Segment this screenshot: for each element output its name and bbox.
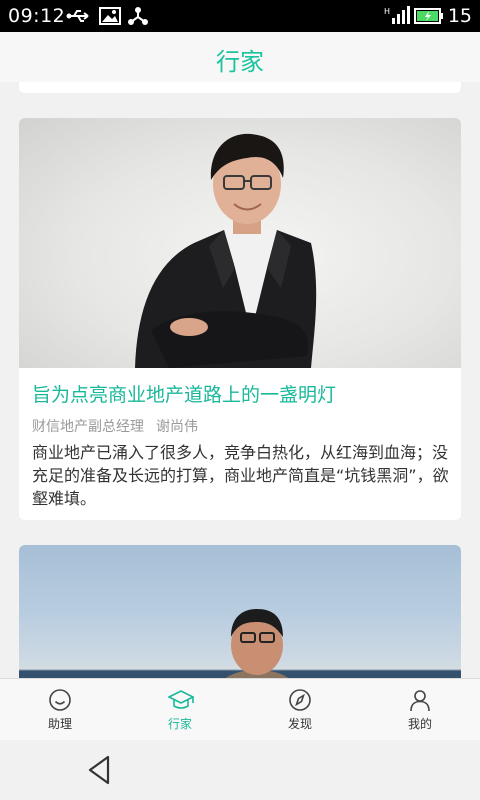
article-meta: 财信地产副总经理 谢尚伟 xyxy=(32,416,198,436)
nav-label: 发现 xyxy=(287,717,312,731)
article-title[interactable]: 旨为点亮商业地产道路上的一盏明灯 xyxy=(32,380,336,407)
nav-item-mine[interactable]: 我的 xyxy=(360,679,480,741)
system-nav-bar xyxy=(0,740,480,800)
status-time: 09:12 xyxy=(8,5,66,27)
article-feed[interactable]: 旨为点亮商业地产道路上的一盏明灯 财信地产副总经理 谢尚伟 商业地产已涌入了很多人… xyxy=(0,82,480,678)
nav-item-experts[interactable]: 行家 xyxy=(120,679,240,741)
page-title: 行家 xyxy=(216,48,264,76)
nav-label: 我的 xyxy=(407,717,432,731)
signal-icon: H xyxy=(384,6,410,30)
compass-icon xyxy=(289,689,311,711)
status-bar: 09:12 H 15 xyxy=(0,0,480,32)
author-position: 财信地产副总经理 xyxy=(32,419,144,435)
article-photo xyxy=(19,545,461,678)
author-name: 谢尚伟 xyxy=(156,419,198,435)
usb-icon xyxy=(66,6,92,30)
nav-label: 助理 xyxy=(47,717,72,731)
article-photo xyxy=(19,118,461,368)
graduation-cap-icon xyxy=(168,690,194,709)
article-card[interactable]: 旨为点亮商业地产道路上的一盏明灯 财信地产副总经理 谢尚伟 商业地产已涌入了很多人… xyxy=(19,118,461,520)
smiley-icon xyxy=(49,689,71,711)
battery-level: 15 xyxy=(447,5,472,27)
nav-label: 行家 xyxy=(167,717,192,731)
nav-item-assistant[interactable]: 助理 xyxy=(0,679,120,741)
battery-charging-icon xyxy=(414,6,444,30)
article-card[interactable] xyxy=(19,545,461,678)
user-icon xyxy=(410,690,430,712)
nav-item-discover[interactable]: 发现 xyxy=(240,679,360,741)
image-icon xyxy=(99,6,121,30)
bottom-nav: 助理 行家 发现 我的 xyxy=(0,678,480,740)
title-bar: 行家 xyxy=(0,32,480,82)
previous-card[interactable] xyxy=(19,82,461,93)
share-icon xyxy=(127,6,149,30)
back-icon[interactable] xyxy=(86,754,112,790)
article-summary: 商业地产已涌入了很多人，竞争白热化，从红海到血海；没充足的准备及长远的打算，商业… xyxy=(32,443,449,508)
svg-text:H: H xyxy=(384,7,390,16)
